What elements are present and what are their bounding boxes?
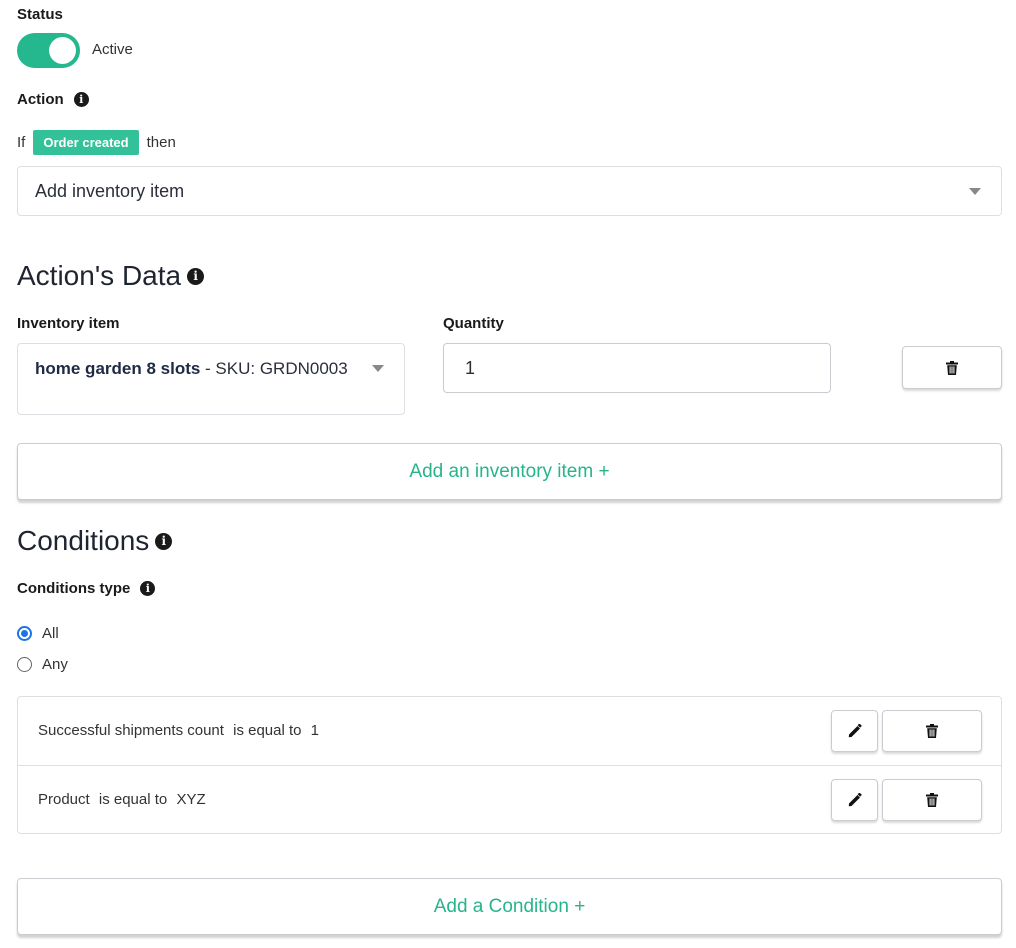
condition-value: 1 [310,722,320,739]
action-select[interactable]: Add inventory item [17,166,1002,216]
condition-text: Successful shipments count is equal to 1 [38,722,319,739]
quantity-label: Quantity [443,315,504,332]
inventory-item-name: home garden 8 slots [35,359,201,378]
condition-value: XYZ [176,791,206,808]
trash-icon [946,360,958,375]
inventory-item-label: Inventory item [17,315,120,332]
radio-all[interactable]: All [17,625,59,642]
if-word: If [17,134,26,151]
status-label: Status [17,6,63,23]
trigger-badge: Order created [33,130,139,155]
pencil-icon [848,724,862,738]
actions-data-title: Action's Data [17,260,182,291]
trash-icon [926,724,938,738]
condition-text: Product is equal to XYZ [38,791,206,808]
caret-down-icon [969,188,981,195]
add-inventory-item-button[interactable]: Add an inventory item + [17,443,1002,500]
condition-field: Product [38,791,90,808]
trash-icon [926,793,938,807]
condition-operator: is equal to [233,722,302,739]
info-icon[interactable]: i [140,581,156,596]
info-icon[interactable]: i [73,92,89,107]
actions-data-heading: Action's Data i [17,260,205,292]
edit-condition-button[interactable] [831,710,878,752]
info-icon[interactable]: i [155,532,173,550]
radio-any-label: Any [42,656,68,673]
condition-field: Successful shipments count [38,722,224,739]
conditions-list: Successful shipments count is equal to 1… [17,696,1002,834]
trigger-line: If Order created then [17,130,176,155]
condition-row: Successful shipments count is equal to 1 [18,697,1001,766]
conditions-title: Conditions [17,525,150,556]
info-icon[interactable]: i [187,267,205,285]
condition-row: Product is equal to XYZ [18,765,1001,834]
edit-condition-button[interactable] [831,779,878,821]
inventory-item-sku: - SKU: GRDN0003 [200,359,348,378]
inventory-item-value: home garden 8 slots - SKU: GRDN0003 [35,356,365,381]
radio-any-circle[interactable] [17,657,32,672]
radio-all-label: All [42,625,59,642]
delete-condition-button[interactable] [882,710,982,752]
conditions-type-label: Conditions type [17,580,131,597]
radio-all-circle[interactable] [17,626,32,641]
add-condition-button[interactable]: Add a Condition + [17,878,1002,935]
status-toggle[interactable] [17,33,80,68]
conditions-type-row: Conditions type i [17,580,156,597]
caret-down-icon [372,365,384,372]
action-select-value: Add inventory item [35,181,185,201]
radio-any[interactable]: Any [17,656,68,673]
conditions-heading: Conditions i [17,525,173,557]
quantity-input[interactable] [443,343,831,393]
toggle-knob [49,37,76,64]
inventory-item-select[interactable]: home garden 8 slots - SKU: GRDN0003 [17,343,405,415]
status-toggle-label: Active [92,41,133,58]
condition-operator: is equal to [98,791,168,808]
action-label: Action [17,91,64,108]
pencil-icon [848,793,862,807]
delete-inventory-item-button[interactable] [902,346,1002,389]
delete-condition-button[interactable] [882,779,982,821]
then-word: then [146,134,176,151]
action-label-row: Action i [17,91,89,108]
